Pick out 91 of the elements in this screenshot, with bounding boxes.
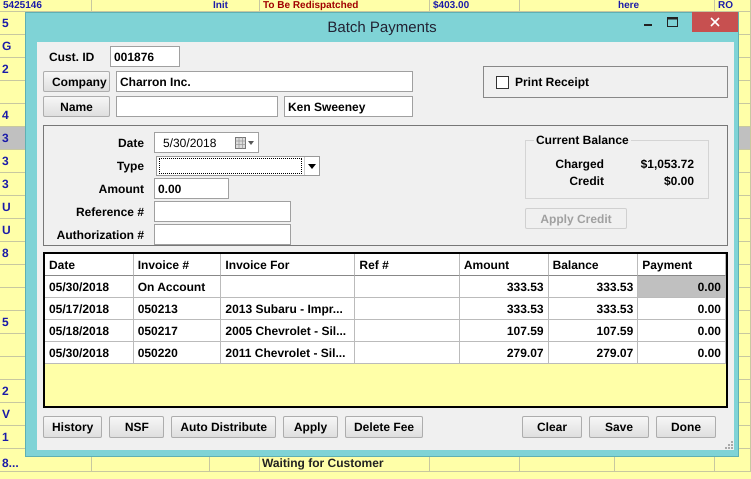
table-cell: 050213 (134, 298, 222, 320)
sheet-cell-text: $403.00 (433, 0, 470, 11)
sheet-cell-text: 1 (2, 430, 9, 444)
sheet-cell-text: RO (718, 0, 733, 11)
table-cell: On Account (134, 276, 222, 298)
calendar-dropdown-icon[interactable] (235, 136, 255, 148)
footer-button[interactable]: Clear (522, 416, 582, 438)
sheet-cell-text: V (2, 407, 10, 421)
sheet-cell-text: here (618, 0, 640, 11)
date-field[interactable]: 5/30/2018 (154, 132, 259, 153)
sheet-cell-text: 5 (2, 315, 9, 329)
table-cell: 0.00 (638, 276, 726, 298)
table-cell: 279.07 (460, 342, 549, 364)
close-icon (710, 17, 720, 27)
table-cell: 107.59 (460, 320, 549, 342)
table-cell: 279.07 (548, 342, 638, 364)
table-cell: 0.00 (638, 320, 726, 342)
checkbox-label: Print Receipt (515, 75, 590, 89)
table-cell: 333.53 (460, 276, 549, 298)
footer-button[interactable]: Save (589, 416, 649, 438)
name-button[interactable]: Name (43, 96, 110, 117)
field-label: Reference # (74, 204, 144, 218)
footer-button[interactable]: Auto Distribute (171, 416, 276, 438)
field-label: Cust. ID (48, 50, 96, 64)
table-cell: 107.59 (548, 320, 638, 342)
table-cell: 0.00 (638, 298, 726, 320)
footer-button[interactable]: NSF (109, 416, 164, 438)
sheet-cell-text: To Be Redispatched (263, 0, 358, 11)
table-cell: 2011 Chevrolet - Sil... (221, 342, 356, 364)
table-cell: 2005 Chevrolet - Sil... (221, 320, 356, 342)
sheet-cell-text: 2 (2, 62, 9, 76)
footer-button[interactable]: Done (656, 416, 716, 438)
sheet-cell-text: 8... (2, 456, 19, 470)
sheet-cell-text: U (2, 223, 11, 237)
sheet-cell-text: 5 (2, 16, 9, 30)
last-name-field[interactable]: Ken Sweeney (284, 96, 413, 117)
sheet-cell-text: 3 (2, 154, 9, 168)
table-cell: 05/17/2018 (45, 298, 134, 320)
table-cell: 333.53 (548, 298, 638, 320)
column-header: Date (45, 254, 134, 276)
table-cell: 333.53 (548, 276, 638, 298)
balance-value: $0.00 (662, 174, 694, 188)
sheet-cell-text: G (2, 39, 12, 53)
maximize-icon[interactable] (667, 17, 678, 27)
sheet-cell-text: 5425146 (3, 0, 42, 11)
sheet-cell-text: Waiting for Customer (262, 456, 384, 470)
field-label: Amount (98, 182, 144, 196)
sheet-cell-text: U (2, 200, 11, 214)
field-label: Type (116, 158, 144, 172)
dropdown-arrow-icon (304, 156, 319, 174)
group-title: Current Balance (534, 133, 631, 147)
table-cell: 05/18/2018 (45, 320, 134, 342)
sheet-cell-text: 3 (2, 177, 9, 191)
sheet-cell-text: 4 (2, 108, 9, 122)
cust-id-field[interactable]: 001876 (110, 46, 180, 67)
table-cell: 05/30/2018 (45, 276, 134, 298)
amount-field[interactable]: 0.00 (154, 178, 229, 199)
footer-button[interactable]: History (43, 416, 102, 438)
company-field[interactable]: Charron Inc. (116, 71, 413, 92)
sheet-cell-text: 8 (2, 246, 9, 260)
table-cell: 050220 (134, 342, 222, 364)
window-title: Batch Payments (327, 19, 437, 36)
footer-button[interactable]: Delete Fee (345, 416, 424, 438)
table-cell: 2013 Subaru - Impr... (221, 298, 356, 320)
table-cell: 05/30/2018 (45, 342, 134, 364)
column-header: Ref # (355, 254, 460, 276)
table-cell: 333.53 (460, 298, 549, 320)
column-header: Balance (548, 254, 638, 276)
sheet-cell-text: Init (213, 0, 228, 11)
balance-value: $1,053.72 (640, 157, 694, 171)
balance-label: Charged (554, 157, 604, 171)
column-header: Payment (638, 254, 726, 276)
authorization-field[interactable] (154, 224, 291, 245)
reference-field[interactable] (154, 201, 291, 222)
first-name-field[interactable] (116, 96, 278, 117)
resize-grip-icon[interactable] (723, 439, 733, 449)
company-button[interactable]: Company (43, 71, 110, 92)
field-label: Authorization # (56, 228, 144, 242)
sheet-cell-text: 3 (2, 131, 9, 145)
sheet-cell-text: 2 (2, 384, 9, 398)
table-cell: 0.00 (638, 342, 726, 364)
type-dropdown[interactable] (156, 156, 320, 176)
table-cell: 050217 (134, 320, 222, 342)
print-receipt-checkbox[interactable] (496, 76, 509, 88)
column-header: Invoice For (221, 254, 356, 276)
column-header: Amount (460, 254, 549, 276)
column-header: Invoice # (134, 254, 222, 276)
field-label: Date (116, 136, 144, 150)
close-button[interactable] (692, 12, 738, 32)
balance-label: Credit (568, 174, 604, 188)
footer-button[interactable]: Apply (283, 416, 338, 438)
